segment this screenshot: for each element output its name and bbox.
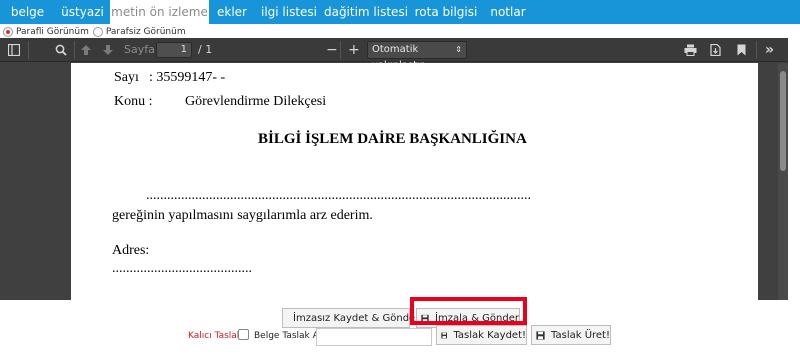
tab-notlar[interactable]: notlar: [483, 0, 533, 24]
next-page-icon[interactable]: [102, 44, 114, 56]
taslak-uret-button[interactable]: Taslak Üret!: [531, 325, 611, 345]
search-icon[interactable]: [55, 44, 67, 56]
tab-metin-on-izleme[interactable]: metin ön izleme: [110, 0, 209, 24]
zoom-in-icon[interactable]: +: [348, 38, 360, 62]
floppy-disk-icon: [536, 330, 545, 340]
highlight-box: [410, 297, 527, 325]
paraf-radio-label: Parafli Görünüm: [16, 26, 89, 37]
dotted-line: ........................................…: [146, 188, 531, 203]
page-total: / 1: [198, 43, 213, 56]
imzasiz-kaydet-gonder-label: İmzasız Kaydet & Gönder: [293, 312, 420, 324]
tab-dagitim-listesi[interactable]: dağitim listesi: [323, 0, 409, 24]
bookmark-icon[interactable]: [737, 44, 746, 56]
pdf-page: Sayı : 35599147- - Konu : Görevlendirme …: [71, 63, 758, 300]
taslak-kaydet-button[interactable]: Taslak Kaydet!: [436, 325, 527, 345]
taslak-uret-label: Taslak Üret!: [551, 329, 610, 341]
zoom-select[interactable]: Otomatik yakınlaştır ⇕: [367, 41, 467, 71]
konu-value: Görevlendirme Dilekçesi: [185, 94, 327, 109]
scroll-thumb[interactable]: [780, 71, 786, 171]
pdf-toolbar: Sayfa: 1 / 1 − + Otomatik yakınlaştır ⇕ …: [0, 38, 788, 71]
parafsiz-radio-label: Parafsiz Görünüm: [105, 26, 186, 37]
sayi-label: Sayı: [114, 70, 139, 85]
chevron-updown-icon: ⇕: [455, 45, 462, 54]
sidebar-toggle-icon[interactable]: [8, 44, 20, 56]
tab-ustyazi[interactable]: üstyazi: [55, 0, 110, 24]
print-icon[interactable]: [684, 44, 697, 56]
belge-taslak-adi-input[interactable]: [316, 328, 432, 346]
zoom-out-icon[interactable]: −: [326, 38, 338, 62]
download-icon[interactable]: [710, 44, 721, 56]
view-mode-radios: Parafli Görünüm Parafsiz Görünüm: [3, 25, 190, 38]
body-line: gereğinin yapılmasını saygılarımla arz e…: [112, 208, 373, 223]
konu-label: Konu :: [114, 94, 153, 109]
kalici-taslak-checkbox[interactable]: [238, 329, 249, 340]
parafsiz-radio[interactable]: [92, 26, 103, 37]
document-heading: BİLGİ İŞLEM DAİRE BAŞKANLIĞINA: [258, 131, 527, 147]
adres-label: Adres:: [112, 243, 150, 258]
tab-rota-bilgisi[interactable]: rota bilgisi: [409, 0, 483, 24]
previous-page-icon[interactable]: [80, 44, 92, 56]
page-number-input[interactable]: 1: [156, 42, 192, 58]
tools-menu-icon[interactable]: »: [765, 38, 774, 62]
tab-ilgi-listesi[interactable]: ilgi listesi: [255, 0, 323, 24]
pdf-scrollbar[interactable]: [778, 63, 788, 300]
tab-ekler[interactable]: ekler: [209, 0, 255, 24]
paraf-radio[interactable]: [3, 26, 13, 37]
imzasiz-kaydet-gonder-button[interactable]: İmzasız Kaydet & Gönder: [282, 308, 419, 328]
adres-dots: ........................................: [112, 261, 252, 276]
tab-belge[interactable]: belge: [0, 0, 55, 24]
pdf-viewer: Sayfa: 1 / 1 − + Otomatik yakınlaştır ⇕ …: [0, 38, 788, 300]
kalici-taslak-label: Kalıcı Taslak: [188, 331, 243, 341]
tab-bar: belge üstyazi metin ön izleme ekler ilgi…: [0, 0, 800, 24]
taslak-kaydet-label: Taslak Kaydet!: [453, 329, 526, 341]
sayi-value: : 35599147- -: [149, 70, 226, 85]
page-label: Sayfa:: [124, 43, 159, 56]
floppy-disk-icon: [441, 332, 448, 338]
